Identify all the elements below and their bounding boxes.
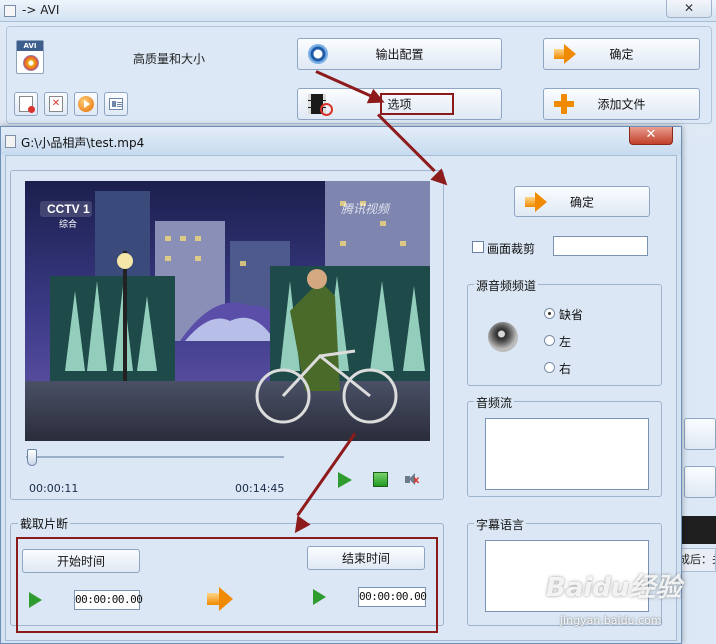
subtitle-title: 字幕语言: [474, 516, 527, 533]
play-icon: [313, 589, 326, 605]
new-item-button[interactable]: [14, 92, 38, 116]
crop-label: 画面裁剪: [487, 242, 536, 256]
main-window-title: -> AVI: [22, 3, 60, 17]
info-item-button[interactable]: [104, 92, 128, 116]
delete-item-button[interactable]: ✕: [44, 92, 68, 116]
play-circle-icon: [78, 96, 94, 112]
side-button-1[interactable]: [684, 418, 716, 450]
video-watermark: 腾讯视频: [341, 202, 391, 216]
avi-format-icon: AVI: [16, 40, 44, 74]
info-card-icon: [109, 98, 123, 110]
baidu-watermark: Baidu经验: [546, 573, 682, 603]
end-time-label: 结束时间: [341, 551, 390, 566]
options-annotation-box: [380, 93, 454, 115]
add-file-button[interactable]: 添加文件: [543, 88, 700, 120]
start-time-input[interactable]: 00:00:00.00: [74, 590, 143, 610]
page-icon: [19, 96, 35, 113]
total-time: 00:14:45: [235, 482, 285, 495]
audio-channel-radio-2[interactable]: [544, 362, 555, 373]
end-time-button[interactable]: 结束时间: [307, 546, 425, 570]
app-icon: [4, 5, 16, 17]
output-config-label: 输出配置: [375, 47, 424, 62]
play-item-button[interactable]: [74, 92, 98, 116]
audio-channel-radio-1[interactable]: [544, 335, 555, 346]
speaker-icon: [488, 322, 518, 352]
mute-button[interactable]: x: [404, 472, 420, 488]
play-icon: [29, 592, 42, 608]
audio-channel-option-label: 右: [559, 362, 572, 376]
dialog-title: G:\小品相声\test.mp4: [21, 136, 145, 150]
dialog-close-button[interactable]: ✕: [629, 127, 673, 145]
audio-channel-title: 源音频频道: [474, 277, 539, 294]
side-button-2[interactable]: [684, 466, 716, 498]
dialog-confirm-button[interactable]: 确定: [514, 186, 650, 217]
main-confirm-label: 确定: [609, 47, 634, 62]
play-button[interactable]: [338, 472, 354, 488]
add-file-label: 添加文件: [597, 97, 646, 112]
main-confirm-button[interactable]: 确定: [543, 38, 700, 70]
channel-logo: CCTV 1: [47, 202, 90, 216]
speaker-muted-icon: [405, 473, 415, 485]
after-completion-label: 成后：关: [676, 548, 716, 572]
output-config-button[interactable]: 输出配置: [297, 38, 502, 70]
video-preview[interactable]: CCTV 1 综合 腾讯视频: [25, 181, 430, 441]
main-window-titlebar: [0, 0, 716, 22]
quality-label: 高质量和大小: [133, 52, 206, 66]
audio-channel-option-label: 左: [559, 335, 572, 349]
audio-stream-title: 音频流: [474, 394, 515, 411]
start-preview-button[interactable]: [29, 592, 42, 608]
audio-stream-list[interactable]: [485, 418, 649, 490]
end-time-input[interactable]: 00:00:00.00: [358, 587, 427, 607]
delete-icon: ✕: [49, 96, 63, 112]
clip-group-title: 截取片断: [18, 515, 71, 532]
dialog-confirm-label: 确定: [569, 195, 594, 209]
audio-channel-option-label: 缺省: [559, 308, 584, 322]
start-time-label: 开始时间: [56, 554, 105, 569]
seek-thumb[interactable]: [27, 449, 38, 466]
stop-button[interactable]: [373, 472, 388, 487]
file-list-thumbnail: [676, 516, 716, 544]
baidu-watermark-url: jingyan.baidu.com: [560, 614, 662, 627]
avi-format-tag: AVI: [17, 41, 43, 51]
crop-checkbox[interactable]: [472, 241, 484, 253]
crop-input[interactable]: [553, 236, 648, 256]
audio-channel-radio-0[interactable]: [544, 308, 555, 319]
start-time-button[interactable]: 开始时间: [22, 549, 140, 573]
channel-sub: 综合: [59, 218, 77, 229]
arrow-right-icon: [207, 587, 235, 611]
end-preview-button[interactable]: [313, 589, 326, 605]
play-icon: [338, 472, 352, 488]
main-window-close-button[interactable]: ✕: [666, 0, 712, 18]
format-toolbar: ✕: [14, 92, 134, 119]
video-frame-image: CCTV 1 综合 腾讯视频: [25, 181, 430, 441]
seek-track[interactable]: [26, 456, 284, 458]
current-time: 00:00:11: [29, 482, 79, 495]
file-icon: [5, 135, 16, 148]
